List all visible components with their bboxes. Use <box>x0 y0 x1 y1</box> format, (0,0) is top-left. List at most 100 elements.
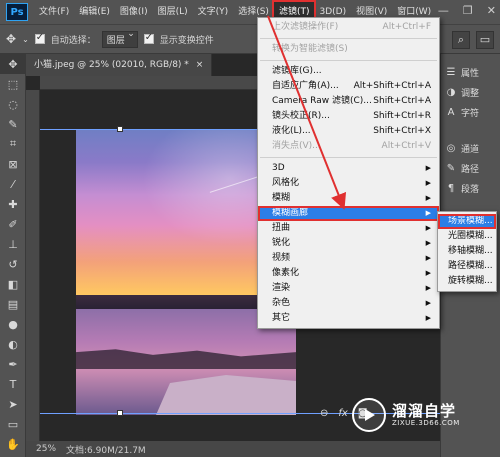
submenu-arrow-icon: ▶ <box>425 194 431 202</box>
document-tab[interactable]: 小猫.jpeg @ 25% (02010, RGB/8) * × <box>26 54 213 76</box>
filter-menu-item[interactable]: 镜头校正(R)... Shift+Ctrl+R <box>258 109 439 124</box>
crop-tool-icon[interactable]: ⌗ <box>0 134 26 154</box>
shape-tool-icon[interactable]: ▭ <box>0 414 26 434</box>
dodge-tool-icon[interactable]: ◐ <box>0 334 26 354</box>
paths-icon: ✎ <box>446 162 456 174</box>
zoom-level[interactable]: 25% <box>36 444 56 454</box>
chevron-down-icon[interactable]: ⌄ <box>22 35 29 44</box>
healing-brush-tool-icon[interactable]: ✚ <box>0 194 26 214</box>
restore-icon[interactable]: ❐ <box>463 4 473 17</box>
close-icon[interactable]: ✕ <box>487 4 496 17</box>
clone-stamp-tool-icon[interactable]: ⊥ <box>0 234 26 254</box>
panel-label: 段落 <box>461 184 480 195</box>
filter-menu-item[interactable]: 自适应广角(A)... Alt+Shift+Ctrl+A <box>258 79 439 94</box>
filter-menu-item[interactable]: 渲染 ▶ <box>258 281 439 296</box>
menu-item-label: 滤镜库(G)... <box>272 66 322 76</box>
menu-item[interactable]: 图层(L) <box>153 2 193 22</box>
filter-menu-item[interactable]: Camera Raw 滤镜(C)... Shift+Ctrl+A <box>258 94 439 109</box>
filter-menu-item[interactable]: 杂色 ▶ <box>258 296 439 311</box>
filter-menu-item[interactable]: 风格化 ▶ <box>258 176 439 191</box>
menu-item[interactable]: 编辑(E) <box>74 2 115 22</box>
menu-item-shortcut: Shift+Ctrl+A <box>373 96 431 106</box>
menu-item-label: 转换为智能滤镜(S) <box>272 44 348 54</box>
menu-item-label: 镜头校正(R)... <box>272 111 330 121</box>
auto-select-checkbox[interactable] <box>34 32 45 44</box>
panel-properties[interactable]: ☰ 属性 <box>441 62 500 82</box>
move-tool-icon[interactable]: ✥ <box>6 32 16 46</box>
blur-gallery-submenu: 场景模糊... 光圈模糊... 移轴模糊... 路径模糊... 旋转模糊... <box>437 211 497 292</box>
menu-item-shortcut: Shift+Ctrl+R <box>373 111 431 121</box>
character-icon: A <box>447 106 455 118</box>
gradient-tool-icon[interactable]: ▤ <box>0 294 26 314</box>
eraser-tool-icon[interactable]: ◧ <box>0 274 26 294</box>
document-info[interactable]: 文档:6.90M/21.7M <box>66 443 146 456</box>
window-controls: — ❐ ✕ <box>438 4 496 17</box>
panel-character[interactable]: A 字符 <box>441 102 500 122</box>
filter-menu-item[interactable]: 扭曲 ▶ <box>258 221 439 236</box>
blur-gallery-item[interactable]: 移轴模糊... <box>438 244 496 259</box>
panel-adjustments[interactable]: ◑ 调整 <box>441 82 500 102</box>
panel-channels[interactable]: ◎ 通道 <box>441 138 500 158</box>
show-transform-label: 显示变换控件 <box>159 35 214 46</box>
move-tool-icon[interactable]: ✥ <box>0 54 26 74</box>
panel-paths[interactable]: ✎ 路径 <box>441 158 500 178</box>
history-brush-tool-icon[interactable]: ↺ <box>0 254 26 274</box>
properties-icon: ☰ <box>446 66 456 78</box>
submenu-arrow-icon: ▶ <box>425 269 431 277</box>
search-icon[interactable]: ⌕ <box>452 31 470 49</box>
transform-handle-bottom[interactable] <box>117 410 123 416</box>
blur-gallery-item[interactable]: 路径模糊... <box>438 259 496 274</box>
submenu-arrow-icon: ▶ <box>425 254 431 262</box>
brush-tool-icon[interactable]: ✐ <box>0 214 26 234</box>
type-tool-icon[interactable]: T <box>0 374 26 394</box>
lasso-tool-icon[interactable]: ◌ <box>0 94 26 114</box>
filter-menu-item[interactable]: 模糊画廊 ▶ <box>258 206 439 221</box>
link-icon[interactable]: ⊖ <box>320 408 328 419</box>
menu-item[interactable]: 文字(Y) <box>193 2 234 22</box>
filter-menu-item[interactable]: 3D ▶ <box>258 161 439 176</box>
auto-select-label: 自动选择： <box>50 35 96 46</box>
menu-item-label: 其它 <box>272 313 291 323</box>
auto-select-dropdown[interactable]: 图层 <box>101 29 138 48</box>
transform-handle-top[interactable] <box>117 126 123 132</box>
pen-tool-icon[interactable]: ✒ <box>0 354 26 374</box>
options-right: ⌕ ▭ <box>452 31 494 49</box>
blur-gallery-item[interactable]: 场景模糊... <box>438 214 496 229</box>
filter-menu-item[interactable]: 像素化 ▶ <box>258 266 439 281</box>
workspace-icon[interactable]: ▭ <box>476 31 494 49</box>
filter-menu-item[interactable]: 液化(L)... Shift+Ctrl+X <box>258 124 439 139</box>
minimize-icon[interactable]: — <box>438 4 449 17</box>
panel-label: 字符 <box>461 108 480 119</box>
filter-menu-item[interactable]: 锐化 ▶ <box>258 236 439 251</box>
filter-menu-item[interactable]: 滤镜库(G)... <box>258 64 439 79</box>
play-icon <box>352 398 386 432</box>
quick-select-tool-icon[interactable]: ✎ <box>0 114 26 134</box>
panel-label: 路径 <box>461 164 480 175</box>
submenu-arrow-icon: ▶ <box>425 299 431 307</box>
menu-item-label: 杂色 <box>272 298 291 308</box>
blur-gallery-item[interactable]: 光圈模糊... <box>438 229 496 244</box>
frame-tool-icon[interactable]: ⊠ <box>0 154 26 174</box>
panel-paragraph[interactable]: ¶ 段落 <box>441 178 500 198</box>
close-icon[interactable]: × <box>196 60 204 70</box>
menu-separator <box>260 38 437 39</box>
path-select-tool-icon[interactable]: ➤ <box>0 394 26 414</box>
submenu-arrow-icon: ▶ <box>425 224 431 232</box>
blur-gallery-item[interactable]: 旋转模糊... <box>438 274 496 289</box>
menu-item-label: 液化(L)... <box>272 126 311 136</box>
paragraph-icon: ¶ <box>447 182 455 194</box>
eyedropper-tool-icon[interactable]: ⁄ <box>0 174 26 194</box>
fx-icon[interactable]: fx <box>338 408 347 419</box>
menu-item[interactable]: 文件(F) <box>34 2 74 22</box>
filter-menu: 上次滤镜操作(F) Alt+Ctrl+F 转换为智能滤镜(S) 滤镜库(G)... 自适… <box>257 17 440 329</box>
hand-tool-icon[interactable]: ✋ <box>0 434 26 454</box>
blur-tool-icon[interactable]: ● <box>0 314 26 334</box>
filter-menu-item[interactable]: 模糊 ▶ <box>258 191 439 206</box>
submenu-arrow-icon: ▶ <box>425 209 431 217</box>
marquee-tool-icon[interactable]: ⬚ <box>0 74 26 94</box>
menu-item[interactable]: 图像(I) <box>115 2 153 22</box>
show-transform-checkbox[interactable] <box>143 32 154 44</box>
filter-menu-item[interactable]: 视频 ▶ <box>258 251 439 266</box>
menu-item-label: 上次滤镜操作(F) <box>272 22 339 32</box>
filter-menu-item[interactable]: 其它 ▶ <box>258 311 439 326</box>
